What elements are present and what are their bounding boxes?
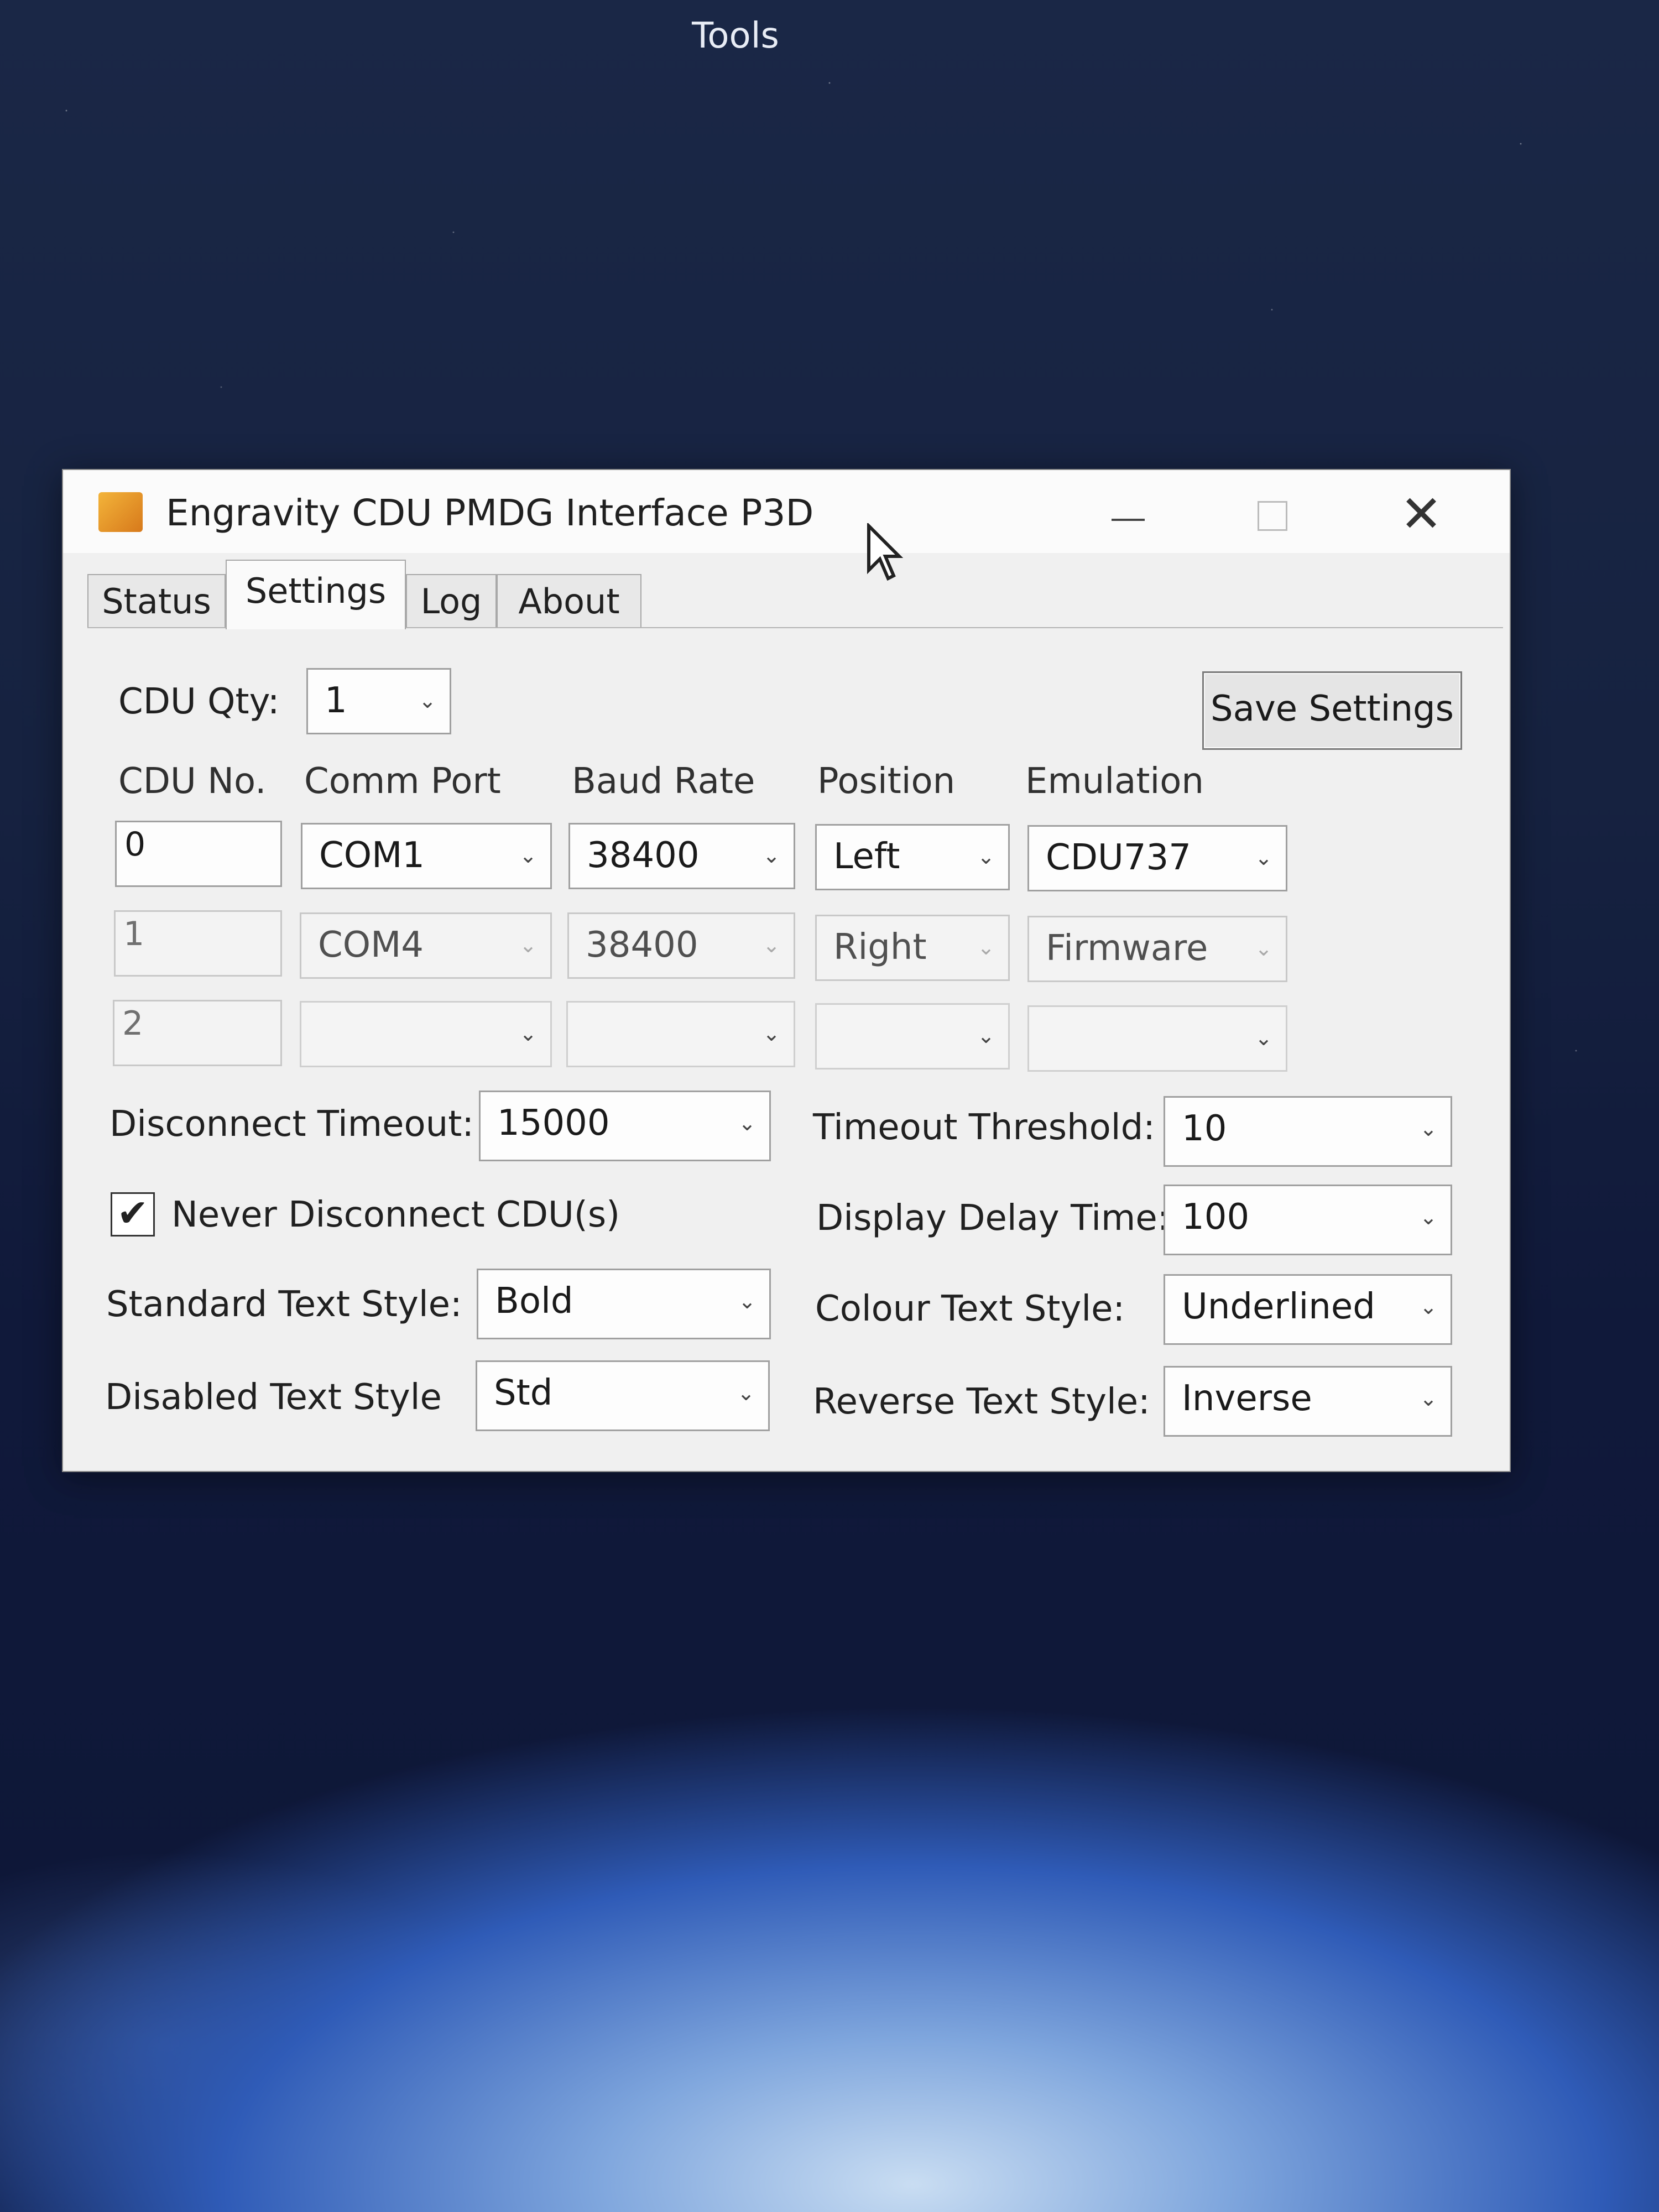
disconnect-timeout-select[interactable]: 15000 ⌄ (479, 1091, 771, 1161)
chevron-down-icon: ⌄ (519, 1021, 537, 1046)
colour-text-style-value: Underlined (1182, 1286, 1375, 1327)
chevron-down-icon: ⌄ (763, 843, 780, 868)
disconnect-timeout-label: Disconnect Timeout: (109, 1104, 474, 1145)
chevron-down-icon: ⌄ (1255, 936, 1272, 961)
never-disconnect-label[interactable]: Never Disconnect CDU(s) (171, 1190, 620, 1240)
baud-rate-value: 38400 (587, 835, 700, 876)
emulation-select: Firmware ⌄ (1027, 916, 1287, 982)
header-cdu-no: CDU No. (118, 761, 267, 802)
colour-text-style-select[interactable]: Underlined ⌄ (1164, 1274, 1452, 1345)
header-baud-rate: Baud Rate (572, 761, 755, 802)
emulation-select: ⌄ (1027, 1005, 1287, 1072)
chevron-down-icon: ⌄ (977, 844, 995, 869)
standard-text-style-select[interactable]: Bold ⌄ (477, 1269, 771, 1339)
display-delay-value: 100 (1182, 1197, 1250, 1238)
cdu-no-field: 2 (113, 1000, 282, 1066)
position-select: ⌄ (815, 1003, 1010, 1070)
chevron-down-icon: ⌄ (1420, 1205, 1437, 1229)
engravity-app-icon (98, 492, 143, 532)
comm-port-value: COM1 (319, 835, 425, 876)
mouse-pointer-icon (867, 523, 904, 581)
chevron-down-icon: ⌄ (977, 1024, 995, 1048)
display-delay-select[interactable]: 100 ⌄ (1164, 1185, 1452, 1255)
emulation-value: CDU737 (1046, 837, 1191, 878)
position-select[interactable]: Left ⌄ (815, 824, 1010, 890)
app-window: Engravity CDU PMDG Interface P3D ✕ Statu… (62, 469, 1511, 1472)
chevron-down-icon: ⌄ (419, 688, 436, 713)
tab-status[interactable]: Status (87, 574, 226, 627)
chevron-down-icon: ⌄ (977, 935, 995, 959)
disabled-text-style-value: Std (494, 1373, 553, 1413)
disconnect-timeout-value: 15000 (497, 1103, 610, 1144)
never-disconnect-checkbox[interactable]: ✔ (111, 1192, 155, 1237)
position-value: Left (833, 836, 900, 877)
tab-about[interactable]: About (497, 574, 641, 627)
cdu-qty-select[interactable]: 1 ⌄ (306, 668, 451, 734)
header-emulation: Emulation (1025, 761, 1204, 802)
cdu-no-field: 1 (114, 910, 282, 977)
chevron-down-icon: ⌄ (737, 1381, 755, 1405)
comm-port-select: COM4 ⌄ (300, 912, 552, 979)
tab-settings[interactable]: Settings (226, 560, 406, 629)
emulation-value: Firmware (1046, 928, 1208, 969)
chevron-down-icon: ⌄ (1420, 1117, 1437, 1141)
baud-rate-select[interactable]: 38400 ⌄ (568, 823, 795, 889)
minimize-button[interactable] (1095, 487, 1161, 542)
timeout-threshold-value: 10 (1182, 1108, 1227, 1149)
display-delay-label: Display Delay Time: (816, 1198, 1170, 1239)
close-button[interactable]: ✕ (1388, 487, 1454, 542)
cdu-qty-value: 1 (325, 680, 347, 721)
comm-port-select: ⌄ (300, 1001, 552, 1067)
chevron-down-icon: ⌄ (519, 933, 537, 957)
timeout-threshold-label: Timeout Threshold: (813, 1107, 1155, 1148)
disabled-text-style-label: Disabled Text Style (105, 1377, 442, 1418)
chevron-down-icon: ⌄ (1420, 1295, 1437, 1319)
reverse-text-style-value: Inverse (1182, 1378, 1312, 1419)
chevron-down-icon: ⌄ (1255, 846, 1272, 870)
chevron-down-icon: ⌄ (738, 1289, 756, 1313)
comm-port-select[interactable]: COM1 ⌄ (301, 823, 552, 889)
chevron-down-icon: ⌄ (1420, 1386, 1437, 1411)
chevron-down-icon: ⌄ (519, 843, 537, 868)
colour-text-style-label: Colour Text Style: (815, 1288, 1125, 1329)
baud-rate-value: 38400 (586, 925, 698, 966)
position-value: Right (833, 927, 927, 968)
maximize-button[interactable] (1239, 487, 1305, 542)
position-select: Right ⌄ (815, 915, 1010, 981)
chevron-down-icon: ⌄ (763, 933, 780, 957)
desktop-shortcut-label[interactable]: Tools (630, 11, 841, 61)
header-comm-port: Comm Port (304, 761, 501, 802)
reverse-text-style-label: Reverse Text Style: (813, 1381, 1150, 1422)
emulation-select[interactable]: CDU737 ⌄ (1027, 825, 1287, 891)
reverse-text-style-select[interactable]: Inverse ⌄ (1164, 1366, 1452, 1437)
disabled-text-style-select[interactable]: Std ⌄ (476, 1360, 770, 1431)
title-bar[interactable]: Engravity CDU PMDG Interface P3D ✕ (63, 470, 1510, 581)
baud-rate-select: ⌄ (566, 1001, 795, 1067)
window-title: Engravity CDU PMDG Interface P3D (166, 492, 814, 534)
comm-port-value: COM4 (318, 925, 424, 966)
timeout-threshold-select[interactable]: 10 ⌄ (1164, 1096, 1452, 1167)
chevron-down-icon: ⌄ (1255, 1026, 1272, 1050)
save-settings-button[interactable]: Save Settings (1202, 671, 1462, 750)
chevron-down-icon: ⌄ (738, 1111, 756, 1135)
standard-text-style-value: Bold (495, 1281, 573, 1322)
standard-text-style-label: Standard Text Style: (106, 1284, 462, 1325)
header-position: Position (817, 761, 956, 802)
tab-log[interactable]: Log (406, 574, 497, 627)
cdu-no-field[interactable]: 0 (115, 821, 282, 887)
cdu-qty-label: CDU Qty: (118, 681, 280, 722)
baud-rate-select: 38400 ⌄ (567, 912, 795, 979)
chevron-down-icon: ⌄ (763, 1021, 780, 1046)
